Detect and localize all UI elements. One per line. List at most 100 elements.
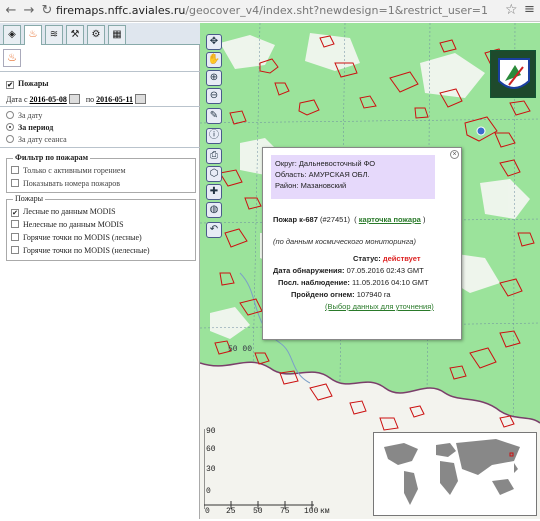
scale-tick: 100	[304, 507, 319, 516]
globe-icon[interactable]: ◍	[206, 202, 222, 218]
scale-tick: 25	[226, 507, 236, 516]
detected-row: Дата обнаружения: 07.05.2016 02:43 GMT	[273, 266, 424, 275]
overview-map[interactable]	[373, 432, 537, 516]
calendar-icon[interactable]	[135, 94, 146, 104]
fire-title-row: Пожар к-687 (#27451) ( карточка пожара )	[273, 215, 426, 224]
scale-tick: 75	[280, 507, 290, 516]
observed-value: 11.05.2016 04:10 GMT	[352, 278, 429, 287]
zoom-out-icon[interactable]: ⊖	[206, 88, 222, 104]
tab-stack[interactable]: ≋	[45, 25, 63, 44]
tab-settings[interactable]: ⚙	[87, 25, 105, 44]
layer-label: Лесные по данным MODIS	[23, 207, 116, 216]
layers-icon: ◈	[8, 29, 16, 40]
option-by-date[interactable]: За дату	[6, 111, 42, 120]
forward-arrow-icon[interactable]: →	[21, 3, 37, 19]
region-info: Округ: Дальневосточный ФО Область: АМУРС…	[271, 155, 435, 199]
option-label: За дату сеанса	[18, 135, 67, 144]
layer-nonforest-modis[interactable]: Нелесные по данным MODIS	[11, 220, 124, 229]
layer-label: Нелесные по данным MODIS	[23, 220, 124, 229]
left-panel: ◈ ♨ ≋ ⚒ ⚙ ▦ ♨ ✔ Пожары Дата с 2016-05-08 …	[0, 23, 200, 519]
checkbox[interactable]	[11, 246, 19, 254]
date-to-value[interactable]: 2016-05-11	[96, 95, 133, 104]
burned-label: Пройдено огнем:	[291, 290, 355, 299]
hand-icon[interactable]: ✋	[206, 52, 222, 68]
layer-forest-modis[interactable]: ✔ Лесные по данным MODIS	[11, 207, 116, 217]
source-note: (по данным космического мониторинга)	[273, 237, 416, 246]
divider	[0, 147, 200, 148]
reload-icon[interactable]: ↻	[39, 3, 55, 19]
date-from-value[interactable]: 2016-05-08	[30, 95, 67, 104]
date-to-label: по	[85, 95, 95, 104]
tab-table[interactable]: ▦	[108, 25, 126, 44]
layer-label: Горячие точки по MODIS (нелесные)	[23, 246, 150, 255]
fire-title: Пожар к-687	[273, 215, 318, 224]
filter-show-numbers[interactable]: Показывать номера пожаров	[11, 179, 120, 188]
scale-tick: 50	[253, 507, 263, 516]
browser-toolbar: ← → ↻ firemaps.nffc.aviales.ru/geocover_…	[0, 0, 540, 22]
panel-tabs: ◈ ♨ ≋ ⚒ ⚙ ▦	[0, 23, 200, 45]
print-icon[interactable]: ⎙	[206, 148, 222, 164]
agency-logo	[490, 50, 536, 98]
checkbox[interactable]	[11, 233, 19, 241]
calendar-icon[interactable]	[68, 94, 80, 104]
zoom-in-icon[interactable]: ⊕	[206, 70, 222, 86]
radio-by-period[interactable]	[6, 123, 14, 131]
tab-fires[interactable]: ♨	[24, 25, 42, 45]
info-icon[interactable]: ⓘ	[206, 128, 222, 144]
fires-label: Пожары	[18, 79, 49, 88]
menu-icon[interactable]: ≡	[524, 2, 535, 17]
fires-toggle[interactable]: ✔ Пожары	[6, 79, 49, 89]
select-data-link[interactable]: (Выбор данных для уточнения)	[325, 302, 434, 311]
tab-tools[interactable]: ⚒	[66, 25, 84, 44]
filter-title: Фильтр по пожарам	[13, 153, 91, 162]
scale-bar: 90 60 30 0 0 25 50 75 100 км	[204, 425, 334, 517]
address-bar[interactable]: firemaps.nffc.aviales.ru/geocover_v4/ind…	[56, 2, 496, 20]
layer-hotspots-nonforest[interactable]: Горячие точки по MODIS (нелесные)	[11, 246, 150, 255]
filter-fieldset: Фильтр по пожарам Только с активными гор…	[6, 153, 196, 193]
world-map	[384, 439, 520, 505]
date-from-label: Дата с	[6, 95, 28, 104]
layer-label: Горячие точки по MODIS (лесные)	[23, 233, 142, 242]
fire-subtab[interactable]: ♨	[3, 49, 21, 67]
tab-layers[interactable]: ◈	[3, 25, 21, 44]
detected-value: 07.05.2016 02:43 GMT	[346, 266, 424, 275]
checkbox[interactable]	[11, 179, 19, 187]
radio-by-session[interactable]	[6, 135, 14, 143]
undo-icon[interactable]: ↶	[206, 222, 222, 238]
marker-icon[interactable]: ✚	[206, 184, 222, 200]
ruler-icon[interactable]: ✎	[206, 108, 222, 124]
fire-marker	[476, 126, 486, 136]
observed-label: Посл. наблюдение:	[278, 278, 350, 287]
option-by-session[interactable]: За дату сеанса	[6, 135, 67, 144]
checkbox[interactable]	[11, 166, 19, 174]
gear-icon: ⚙	[91, 29, 101, 40]
fires-group-fieldset: Пожары ✔ Лесные по данным MODIS Нелесные …	[6, 194, 196, 261]
option-label: За период	[18, 123, 54, 132]
area-text: Район: Мазановский	[275, 181, 347, 190]
status-row: Статус: действует	[353, 254, 421, 263]
burned-row: Пройдено огнем: 107940 га	[291, 290, 391, 299]
fires-checkbox[interactable]: ✔	[6, 81, 14, 89]
district-text: Округ: Дальневосточный ФО	[275, 159, 376, 168]
pan-icon[interactable]: ✥	[206, 34, 222, 50]
checkbox[interactable]	[11, 220, 19, 228]
radio-by-date[interactable]	[6, 111, 14, 119]
back-arrow-icon[interactable]: ←	[3, 3, 19, 19]
status-value: действует	[382, 254, 421, 263]
checkbox[interactable]: ✔	[11, 209, 19, 217]
burned-value: 107940 га	[356, 290, 391, 299]
fires-group-title: Пожары	[13, 194, 46, 203]
date-range-row: Дата с 2016-05-08 по 2016-05-11	[6, 94, 146, 104]
url-path: /geocover_v4/index.sht?newdesign=1&restr…	[185, 4, 489, 17]
bookmark-star-icon[interactable]: ☆	[505, 2, 518, 18]
fire-card-link[interactable]: карточка пожара	[359, 215, 421, 224]
observed-row: Посл. наблюдение: 11.05.2016 04:10 GMT	[278, 278, 429, 287]
layer-hotspots-forest[interactable]: Горячие точки по MODIS (лесные)	[11, 233, 142, 242]
polygon-icon[interactable]: ⬡	[206, 166, 222, 182]
fire-info-popup: × Округ: Дальневосточный ФО Область: АМУ…	[262, 147, 462, 340]
filter-active-burning[interactable]: Только с активными горением	[11, 166, 126, 175]
close-icon[interactable]: ×	[450, 150, 459, 159]
option-by-period[interactable]: За период	[6, 123, 53, 132]
option-label: За дату	[18, 111, 43, 120]
divider	[0, 71, 200, 72]
